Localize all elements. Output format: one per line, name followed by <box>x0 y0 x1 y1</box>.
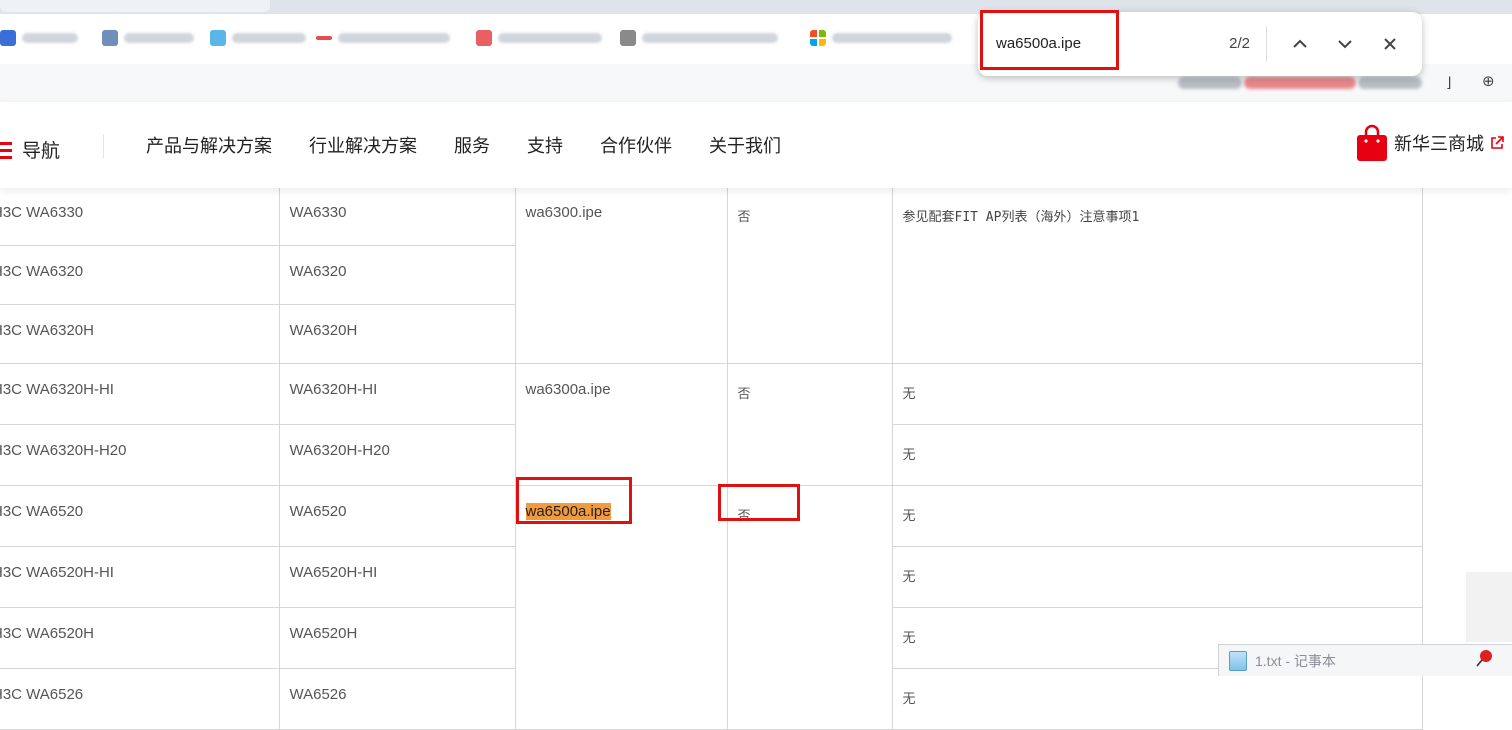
notepad-icon <box>1229 650 1247 671</box>
site-header: 导航 产品与解决方案 行业解决方案 服务 支持 合作伙伴 关于我们 新华三商城 <box>0 102 1512 188</box>
chevron-down-icon <box>1338 40 1352 49</box>
bookmark-favicon-icon <box>620 30 636 46</box>
cell-note: 无 <box>891 363 1423 425</box>
cell-model: H3C WA6320 <box>0 245 280 305</box>
cell-short-model: WA6320 <box>278 245 516 305</box>
bookmark-favicon-icon <box>0 30 16 46</box>
find-highlight: wa6500a.ipe <box>525 503 611 520</box>
header-divider <box>103 134 104 158</box>
cell-ipe-file: wa6300.ipe <box>514 186 728 364</box>
shop-label: 新华三商城 <box>1394 134 1484 154</box>
nav-menu-toggle[interactable]: 导航 <box>0 136 60 163</box>
microsoft-favicon-icon <box>810 30 826 46</box>
pin-icon <box>1476 650 1492 667</box>
cell-short-model: WA6520H-HI <box>278 546 516 608</box>
main-nav: 产品与解决方案 行业解决方案 服务 支持 合作伙伴 关于我们 <box>146 134 781 158</box>
table-row: H3C WA6320H-HI WA6320H-HI wa6300a.ipe 否 … <box>0 363 1423 486</box>
cell-ipe-file: wa6300a.ipe <box>514 363 728 486</box>
cell-model: H3C WA6320H-HI <box>0 363 280 425</box>
bookmark-favicon-icon <box>102 30 118 46</box>
nav-item-services[interactable]: 服务 <box>454 134 490 158</box>
cell-short-model: WA6330 <box>278 186 516 246</box>
cell-model: H3C WA6526 <box>0 668 280 730</box>
chevron-icon[interactable]: ⌋ <box>1446 74 1451 91</box>
cell-model: H3C WA6520H <box>0 607 280 669</box>
cell-note: 参见配套FIT AP列表（海外）注意事项1 <box>891 186 1423 364</box>
find-in-page-bar: wa6500a.ipe 2/2 <box>978 12 1422 76</box>
nav-item-products[interactable]: 产品与解决方案 <box>146 134 272 158</box>
nav-item-about[interactable]: 关于我们 <box>709 134 781 158</box>
cell-flag: 否 <box>726 485 893 730</box>
shopping-bag-icon <box>1357 124 1387 161</box>
cell-short-model: WA6320H <box>278 304 516 364</box>
cell-short-model: WA6526 <box>278 668 516 730</box>
notepad-window-tab[interactable]: 1.txt - 记事本 <box>1218 644 1512 676</box>
bookmark-favicon-icon <box>476 30 492 46</box>
blurred-text <box>1178 77 1242 89</box>
hamburger-icon <box>0 141 14 159</box>
find-close-button[interactable] <box>1378 32 1402 56</box>
globe-icon[interactable]: ⊕ <box>1482 74 1498 90</box>
bookmark-item[interactable] <box>620 27 778 49</box>
nav-item-industry[interactable]: 行业解决方案 <box>309 134 417 158</box>
bookmark-item[interactable] <box>316 27 450 49</box>
blurred-text <box>1358 77 1422 89</box>
nav-toggle-label: 导航 <box>22 141 61 162</box>
cell-note: 无 <box>891 424 1423 486</box>
external-link-icon <box>1491 136 1504 149</box>
cell-model: H3C WA6320H-H20 <box>0 424 280 486</box>
find-divider <box>1266 26 1267 62</box>
bookmark-item[interactable] <box>0 27 78 49</box>
cell-note: 无 <box>891 668 1423 730</box>
cell-short-model: WA6320H-H20 <box>278 424 516 486</box>
side-float-widget[interactable] <box>1466 572 1512 642</box>
cell-ipe-file: wa6500a.ipe <box>514 485 728 730</box>
bookmark-favicon-icon <box>210 30 226 46</box>
cell-model: H3C WA6320H <box>0 304 280 364</box>
table-row: H3C WA6520 WA6520 wa6500a.ipe 否 无 <box>0 485 1423 730</box>
cell-flag: 否 <box>726 363 893 486</box>
find-match-count: 2/2 <box>1229 35 1250 52</box>
table-row: H3C WA6330 WA6330 wa6300.ipe 否 参见配套FIT A… <box>0 186 1423 364</box>
find-prev-button[interactable] <box>1288 32 1312 56</box>
cell-model: H3C WA6520 <box>0 485 280 547</box>
cell-note: 无 <box>891 485 1423 547</box>
cell-model: H3C WA6520H-HI <box>0 546 280 608</box>
blurred-text <box>1244 77 1356 89</box>
find-input[interactable]: wa6500a.ipe <box>996 33 1176 55</box>
shop-link[interactable]: 新华三商城 <box>1356 124 1504 162</box>
nav-item-support[interactable]: 支持 <box>527 134 563 158</box>
compatibility-table: H3C WA6330 WA6330 wa6300.ipe 否 参见配套FIT A… <box>0 186 1423 730</box>
cell-model: H3C WA6330 <box>0 186 280 246</box>
cell-short-model: WA6520H <box>278 607 516 669</box>
browser-tab[interactable] <box>0 0 270 12</box>
bookmark-item[interactable] <box>210 27 306 49</box>
cell-flag: 否 <box>726 186 893 364</box>
cell-note: 无 <box>891 546 1423 608</box>
cell-short-model: WA6520 <box>278 485 516 547</box>
notepad-title: 1.txt - 记事本 <box>1255 652 1336 669</box>
close-icon <box>1384 38 1396 50</box>
chevron-up-icon <box>1293 39 1307 48</box>
find-next-button[interactable] <box>1333 32 1357 56</box>
bookmark-favicon-icon <box>316 36 332 40</box>
bookmark-item[interactable] <box>810 27 952 49</box>
bookmark-item[interactable] <box>476 27 602 49</box>
nav-item-partners[interactable]: 合作伙伴 <box>600 134 672 158</box>
bookmark-item[interactable] <box>102 27 194 49</box>
cell-short-model: WA6320H-HI <box>278 363 516 425</box>
